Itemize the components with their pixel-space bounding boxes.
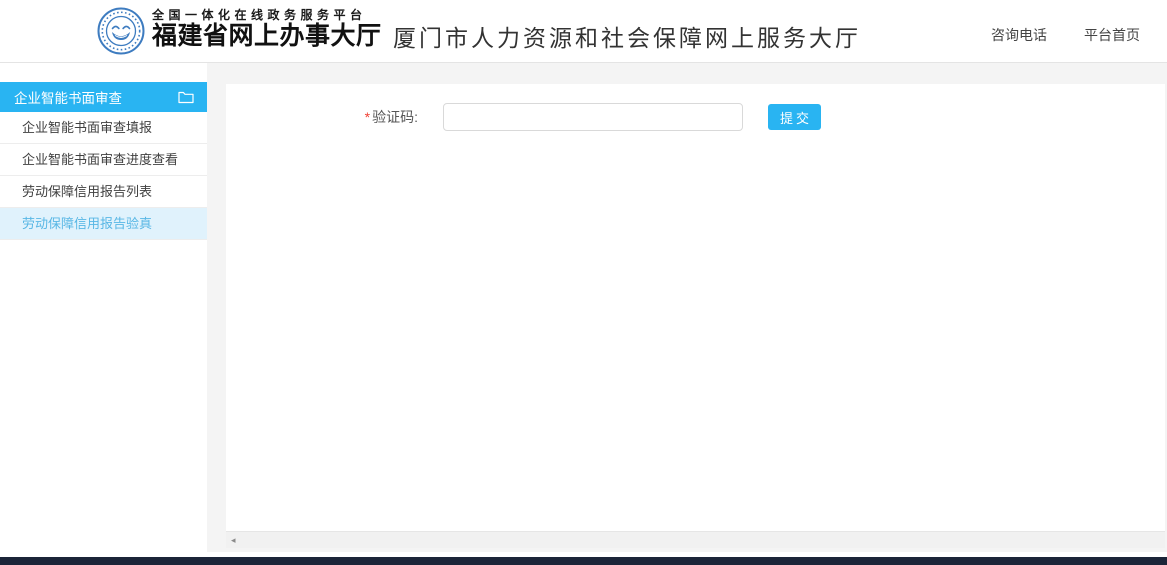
captcha-label-text: 验证码: [372, 109, 418, 125]
header-links: 咨询电话 平台首页 [991, 25, 1140, 45]
consult-phone-link[interactable]: 咨询电话 [991, 25, 1047, 45]
verify-form: * 验证码: 提交 [226, 84, 1165, 531]
content-area: 企业智能书面审查 企业智能书面审查填报 企业智能书面审查进度查看 劳动保障信用报… [0, 63, 1167, 557]
sidebar-item-credit-report-verify[interactable]: 劳动保障信用报告验真 [0, 208, 207, 240]
submit-button[interactable]: 提交 [768, 104, 822, 130]
sidebar-group-header[interactable]: 企业智能书面审查 [0, 82, 207, 112]
platform-tagline: 全国一体化在线政务服务平台 [152, 8, 367, 22]
brand: 全国一体化在线政务服务平台 福建省网上办事大厅 [97, 7, 382, 55]
sidebar-item-written-review-filing[interactable]: 企业智能书面审查填报 [0, 112, 207, 144]
folder-icon [178, 91, 194, 104]
portal-smiley-logo-icon [97, 7, 145, 55]
captcha-label: * 验证码: [226, 107, 418, 127]
captcha-form-row: * 验证码: 提交 [226, 103, 1165, 131]
top-header: 全国一体化在线政务服务平台 福建省网上办事大厅 厦门市人力资源和社会保障网上服务… [0, 0, 1167, 63]
site-title: 厦门市人力资源和社会保障网上服务大厅 [393, 25, 861, 51]
main-panel: * 验证码: 提交 ◂ [226, 84, 1165, 548]
sidebar-menu: 企业智能书面审查填报 企业智能书面审查进度查看 劳动保障信用报告列表 劳动保障信… [0, 112, 207, 240]
sidebar-item-written-review-progress[interactable]: 企业智能书面审查进度查看 [0, 144, 207, 176]
sidebar-item-credit-report-list[interactable]: 劳动保障信用报告列表 [0, 176, 207, 208]
sidebar-group-label: 企业智能书面审查 [14, 91, 122, 106]
portal-name: 福建省网上办事大厅 [152, 23, 382, 50]
scroll-left-arrow-icon[interactable]: ◂ [226, 535, 236, 545]
horizontal-scrollbar[interactable]: ◂ [226, 531, 1165, 548]
required-marker: * [364, 109, 371, 125]
main-wrap: * 验证码: 提交 ◂ [207, 63, 1167, 552]
bottom-bar [0, 557, 1167, 565]
platform-home-link[interactable]: 平台首页 [1084, 25, 1140, 45]
brand-text: 全国一体化在线政务服务平台 福建省网上办事大厅 [152, 7, 382, 51]
captcha-input[interactable] [443, 103, 743, 131]
sidebar: 企业智能书面审查 企业智能书面审查填报 企业智能书面审查进度查看 劳动保障信用报… [0, 82, 207, 240]
page: 全国一体化在线政务服务平台 福建省网上办事大厅 厦门市人力资源和社会保障网上服务… [0, 0, 1167, 565]
